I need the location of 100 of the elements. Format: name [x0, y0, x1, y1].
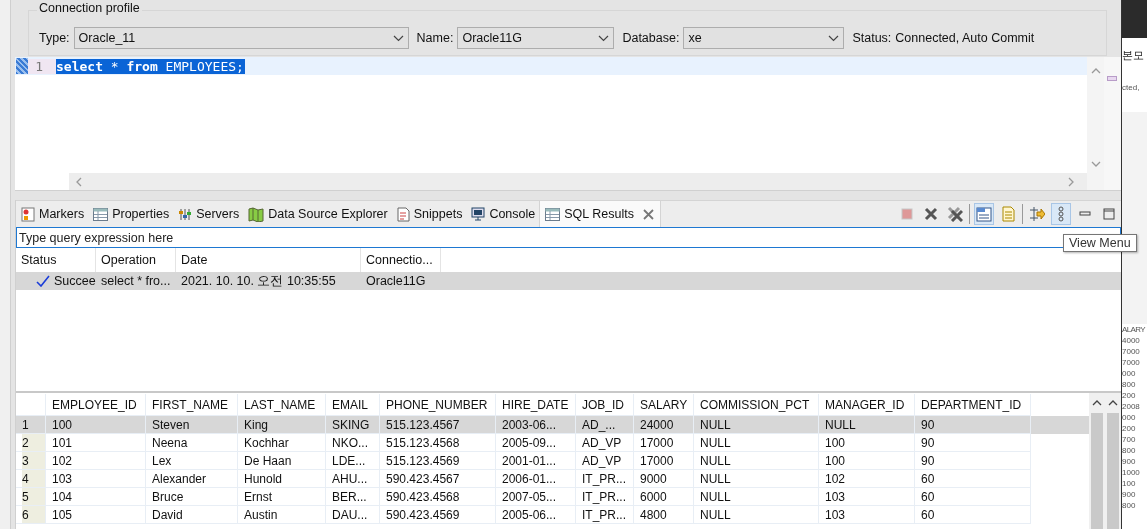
table-cell-text: 7000 [1122, 357, 1141, 368]
date-text: 2021. 10. 10. 오전 10:35:55 [180, 272, 337, 290]
table-cell: 2005-06... [496, 506, 576, 524]
table-cell-text: 800 [1122, 445, 1137, 456]
horizontal-scrollbar[interactable] [69, 173, 1087, 190]
row-number: 6 [16, 506, 46, 524]
close-icon[interactable] [642, 208, 654, 220]
table-cell: Austin [238, 506, 326, 524]
table-cell: David [146, 506, 238, 524]
table-cell-text: 200 [1122, 423, 1137, 434]
table-cell: 104 [46, 488, 146, 506]
view-tab[interactable]: Markers [16, 201, 89, 227]
table-cell: AD_... [576, 416, 634, 434]
vertical-scrollbar[interactable] [1087, 57, 1104, 190]
table-cell: 102 [46, 452, 146, 470]
table-icon [545, 207, 561, 221]
table-cell: 103 [819, 488, 915, 506]
layout-icon [976, 206, 992, 222]
table-cell-text: 800 [1122, 500, 1137, 511]
table-cell: NULL [694, 488, 819, 506]
row-number: 3 [16, 452, 46, 470]
table-cell: IT_PR... [576, 488, 634, 506]
table-cell: 590.423.4568 [380, 488, 496, 506]
table-cell: 90 [915, 434, 1031, 452]
layout-button[interactable] [974, 203, 994, 225]
window-heading: 본모 [1122, 48, 1145, 63]
vertical-scrollbar[interactable] [1105, 393, 1121, 529]
chevron-left-icon[interactable] [75, 176, 83, 187]
table-cell: LDE... [326, 452, 380, 470]
table-cell: 24000 [634, 416, 694, 434]
status-fragment: cted, [1122, 83, 1141, 92]
view-tab[interactable]: SQL Results [539, 201, 661, 227]
maximize-icon [1103, 208, 1115, 220]
table-cell-text: 800 [1122, 379, 1137, 390]
table-cell: 2005-09... [496, 434, 576, 452]
table-cell: 90 [915, 416, 1031, 434]
view-tab[interactable]: Properties [88, 201, 174, 227]
table-cell: AD_VP [576, 452, 634, 470]
table-cell: 103 [819, 506, 915, 524]
table-cell: 60 [915, 488, 1031, 506]
table-cell: Lex [146, 452, 238, 470]
operation-text: select * fro... [100, 274, 172, 288]
scrollbar-thumb[interactable] [1091, 413, 1103, 529]
table-cell: NKO... [326, 434, 380, 452]
menu-icon [1057, 206, 1065, 222]
table-cell: 105 [46, 506, 146, 524]
table-cell: NULL [694, 452, 819, 470]
table-cell: 100 [46, 416, 146, 434]
result-row[interactable]: 1 100 Steven King SKING 515.123.4567 2003-06... AD_... 24000 NULL NULL 90 [16, 416, 1089, 434]
table-cell: Neena [146, 434, 238, 452]
table-cell: Hunold [238, 470, 326, 488]
row-number: 4 [16, 470, 46, 488]
combo-box[interactable]: xe [683, 27, 845, 49]
table-cell: King [238, 416, 326, 434]
table-cell: DAU... [326, 506, 380, 524]
table-cell: De Haan [238, 452, 326, 470]
table-cell-text: 2008 [1122, 401, 1141, 412]
view-tab[interactable]: Servers [173, 201, 244, 227]
table-cell: 9000 [634, 470, 694, 488]
view-tab[interactable]: Data Source Explorer [243, 201, 392, 227]
result-row[interactable]: 4 103 Alexander Hunold AHU... 590.423.4567 2006-01... IT_PR... 9000 NULL 102 60 [16, 470, 1089, 488]
sql-code: select* from EMPLOYEES; [56, 58, 245, 74]
table-cell: 101 [46, 434, 146, 452]
line-number: 1 [28, 58, 56, 74]
table-cell: 17000 [634, 452, 694, 470]
table-cell: Ernst [238, 488, 326, 506]
table-cell: 515.123.4568 [380, 434, 496, 452]
status-value: Connected, Auto Commit [895, 31, 1035, 45]
field-label: Status: [852, 31, 892, 45]
scrollbar-thumb[interactable] [1107, 413, 1119, 529]
history-row[interactable]: Succee select * fro... 2021. 10. 10. 오전 10:35:55 Oracle11G [16, 272, 1121, 290]
view-tab[interactable]: Console [466, 201, 540, 227]
result-row[interactable]: 5 104 Bruce Ernst BER... 590.423.4568 2007-05... IT_PR... 6000 NULL 103 60 [16, 488, 1089, 506]
view-menu-button[interactable] [1051, 203, 1071, 225]
result-row[interactable]: 3 102 Lex De Haan LDE... 515.123.4569 2001-01... AD_VP 17000 NULL 100 90 [16, 452, 1089, 470]
table-cell-text: 7000 [1122, 346, 1141, 357]
table-cell: 100 [819, 434, 915, 452]
table-cell: 590.423.4567 [380, 470, 496, 488]
table-cell-text: 000 [1122, 368, 1137, 379]
connection-text: Oracle11G [365, 274, 427, 288]
combo-box[interactable]: Oracle_11 [73, 27, 409, 49]
remove-icon [924, 207, 938, 221]
result-row[interactable]: 2 101 Neena Kochhar NKO... 515.123.4568 2005-09... AD_VP 17000 NULL 100 90 [16, 434, 1089, 452]
table-cell-text: 100 [1122, 478, 1137, 489]
column-header: ALARY [1122, 324, 1147, 335]
table-cell: Steven [146, 416, 238, 434]
table-cell: 17000 [634, 434, 694, 452]
table-cell: 2006-01... [496, 470, 576, 488]
table-cell: SKING [326, 416, 380, 434]
chevron-down-icon[interactable] [1090, 160, 1101, 168]
remove-all-icon [947, 206, 963, 222]
vertical-scrollbar[interactable] [1089, 393, 1105, 529]
result-row[interactable]: 6 105 David Austin DAU... 590.423.4569 2005-06... IT_PR... 4800 NULL 103 60 [16, 506, 1089, 524]
chevron-right-icon[interactable] [1067, 176, 1075, 187]
view-tab[interactable]: Snippets [391, 201, 467, 227]
table-cell: 590.423.4569 [380, 506, 496, 524]
table-cell: Alexander [146, 470, 238, 488]
table-cell: 2007-05... [496, 488, 576, 506]
combo-box[interactable]: Oracle11G [457, 27, 615, 49]
table-cell-text: 900 [1122, 489, 1137, 500]
